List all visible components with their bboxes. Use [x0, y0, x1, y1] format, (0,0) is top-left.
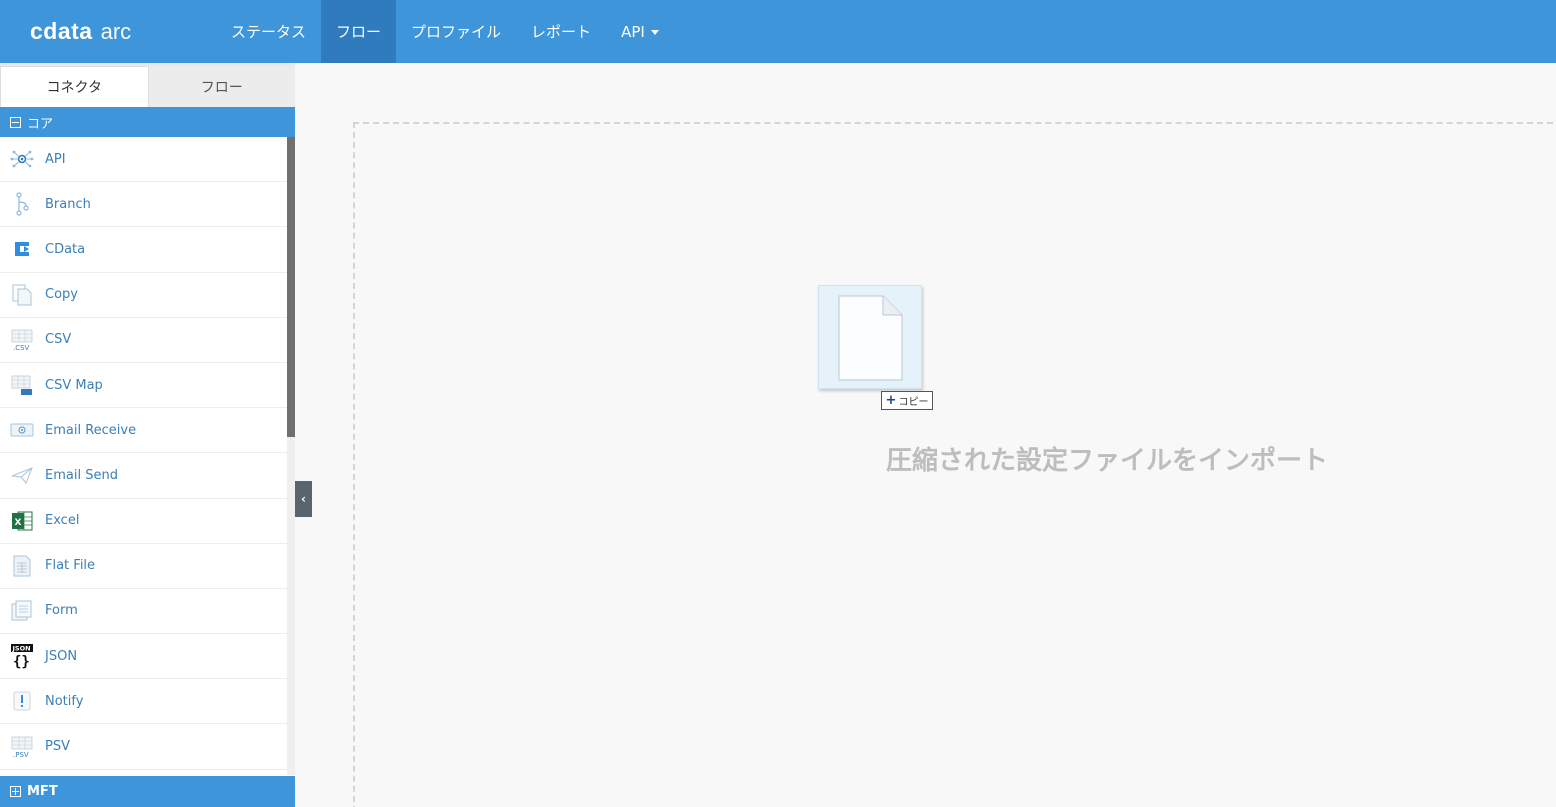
expand-icon [10, 786, 21, 797]
svg-text:.PSV: .PSV [13, 751, 29, 759]
api-icon [10, 147, 34, 171]
connector-label: JSON [45, 648, 78, 664]
section-mft: MFT [0, 776, 295, 807]
connector-item-excel[interactable]: X Excel [0, 499, 287, 544]
nav-status-label: ステータス [231, 23, 307, 41]
copy-icon [10, 283, 34, 307]
connector-item-psv[interactable]: .PSV PSV [0, 724, 287, 770]
collapse-icon [10, 116, 21, 128]
connector-label: Email Receive [45, 422, 137, 438]
connector-item-api[interactable]: API [0, 137, 287, 183]
connector-label: Notify [45, 693, 84, 709]
connector-label: CSV Map [45, 377, 103, 393]
nav-profile-label: プロファイル [411, 23, 502, 41]
connector-item-email-receive[interactable]: Email Receive [0, 408, 287, 454]
section-mft-header[interactable]: MFT [0, 776, 295, 807]
connector-label: Excel [45, 513, 80, 529]
sidebar-tabs: コネクタ フロー [0, 63, 295, 107]
sidebar-collapse-button[interactable]: ‹ [295, 481, 312, 517]
email-send-icon [10, 463, 34, 487]
connector-item-cdata[interactable]: CData [0, 227, 287, 273]
drag-copy-badge: + コピー [881, 391, 933, 410]
form-icon [10, 599, 34, 623]
branch-icon [10, 192, 34, 216]
connector-label: Branch [45, 196, 91, 212]
nav-flow[interactable]: フロー [321, 0, 397, 63]
drag-copy-label: コピー [898, 397, 929, 408]
caret-down-icon [650, 30, 659, 35]
flat-file-icon [10, 554, 34, 578]
connector-label: API [45, 151, 66, 167]
svg-text:.CSV: .CSV [13, 344, 30, 352]
connector-sidebar: コネクタ フロー コア API Branch CData Copy .CSV C… [0, 63, 295, 807]
connector-list: API Branch CData Copy .CSV CSV CSV Map E… [0, 137, 295, 775]
excel-icon: X [10, 509, 34, 533]
csv-icon: .CSV [10, 328, 34, 352]
section-core-label: コア [27, 116, 54, 132]
connector-item-email-send[interactable]: Email Send [0, 453, 287, 499]
dragged-file-preview [818, 285, 922, 389]
svg-text:{}: {} [13, 654, 30, 669]
tab-flows[interactable]: フロー [148, 66, 295, 107]
top-navbar: cdata arc ステータス フロー プロファイル レポート API [0, 0, 1556, 63]
cdata-icon [10, 237, 34, 261]
notify-icon [10, 689, 34, 713]
connector-label: PSV [45, 739, 70, 755]
json-icon: JSON{} [10, 644, 34, 669]
csv-map-icon [10, 373, 34, 397]
svg-text:JSON: JSON [12, 645, 31, 653]
svg-text:X: X [15, 518, 22, 528]
connector-label: Email Send [45, 467, 118, 483]
email-receive-icon [10, 418, 34, 442]
tab-connectors-label: コネクタ [46, 80, 102, 96]
connector-label: Flat File [45, 558, 96, 574]
file-icon [838, 295, 903, 381]
connector-item-csv-map[interactable]: CSV Map [0, 363, 287, 409]
chevron-left-icon: ‹ [301, 492, 306, 506]
nav-api-label: API [621, 22, 645, 41]
nav-api-dropdown[interactable]: API [606, 0, 674, 63]
brand-suffix: arc [100, 18, 132, 44]
nav-report-label: レポート [531, 23, 592, 41]
connector-item-json[interactable]: JSON{} JSON [0, 634, 287, 680]
connector-item-form[interactable]: Form [0, 589, 287, 635]
connector-item-branch[interactable]: Branch [0, 182, 287, 228]
connector-item-csv[interactable]: .CSV CSV [0, 318, 287, 363]
psv-icon: .PSV [10, 735, 34, 759]
connector-item-copy[interactable]: Copy [0, 273, 287, 318]
connector-label: CSV [45, 332, 72, 348]
connector-item-notify[interactable]: Notify [0, 679, 287, 725]
nav-report[interactable]: レポート [516, 0, 606, 63]
connector-label: Copy [45, 287, 78, 303]
sidebar-scrollbar[interactable] [287, 137, 295, 775]
nav-flow-label: フロー [336, 23, 382, 41]
section-core-header[interactable]: コア [0, 107, 295, 137]
tab-connectors[interactable]: コネクタ [0, 66, 149, 107]
connector-label: Form [45, 603, 78, 619]
brand-logo[interactable]: cdata arc [0, 0, 216, 63]
nav-status[interactable]: ステータス [216, 0, 321, 63]
import-instruction-text: 圧縮された設定ファイルをインポート [886, 446, 1329, 476]
section-mft-label: MFT [27, 784, 58, 799]
scrollbar-thumb[interactable] [287, 137, 295, 437]
connector-item-flat-file[interactable]: Flat File [0, 544, 287, 589]
brand-name: cdata [30, 18, 93, 44]
connector-label: CData [45, 241, 86, 257]
nav-profile[interactable]: プロファイル [396, 0, 516, 63]
tab-flows-label: フロー [200, 79, 243, 96]
plus-icon: + [885, 393, 897, 408]
